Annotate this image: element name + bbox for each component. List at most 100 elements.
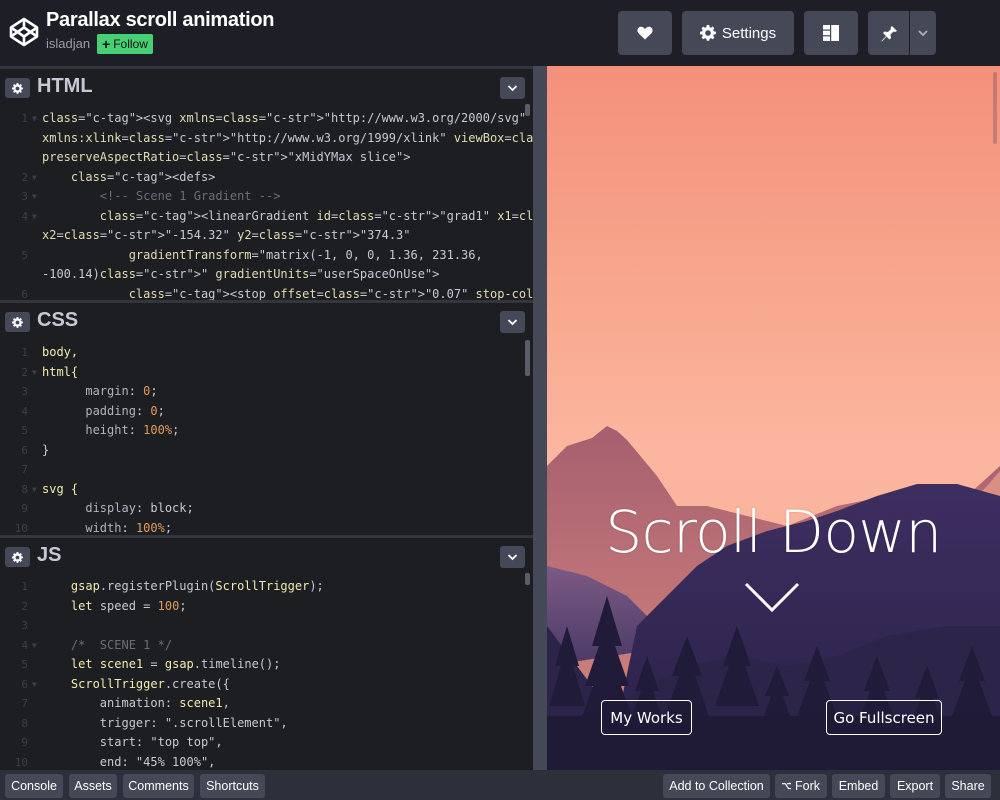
fold-arrow-icon[interactable]: ▼	[32, 168, 37, 188]
fold-arrow-icon[interactable]: ▼	[32, 363, 37, 383]
codepen-logo-icon[interactable]	[8, 16, 40, 48]
code-text: xmlns:xlink=class="c-str">"http://www.w3…	[42, 129, 533, 149]
fold-arrow-icon[interactable]: ▼	[32, 636, 37, 656]
code-line[interactable]: 5 gradientTransform="matrix(-1, 0, 0, 1.…	[0, 246, 533, 266]
fork-button[interactable]: Fork	[775, 774, 827, 798]
css-scrollbar[interactable]	[525, 340, 530, 376]
assets-button[interactable]: Assets	[69, 774, 117, 798]
my-works-button[interactable]: My Works	[601, 700, 692, 735]
line-number: 6	[0, 675, 28, 695]
js-editor: JS 1 gsap.registerPlugin(ScrollTrigger);…	[0, 535, 533, 770]
line-number: 10	[0, 753, 28, 771]
code-line[interactable]: 1body,	[0, 343, 533, 363]
code-line[interactable]: 4 padding: 0;	[0, 402, 533, 422]
code-line[interactable]: x2=class="c-str">"-154.32" y2=class="c-s…	[0, 226, 533, 246]
code-line[interactable]: 8▼svg {	[0, 480, 533, 500]
code-text: ScrollTrigger.create({	[42, 675, 230, 695]
code-line[interactable]: 4▼ class="c-tag"><linearGradient id=clas…	[0, 207, 533, 227]
code-line[interactable]: 2▼ class="c-tag"><defs>	[0, 168, 533, 188]
code-line[interactable]: 10 end: "45% 100%",	[0, 753, 533, 771]
pin-button[interactable]	[868, 11, 909, 55]
fold-arrow-icon[interactable]: ▼	[32, 187, 37, 207]
code-line[interactable]: 10 width: 100%;	[0, 519, 533, 536]
code-line[interactable]: 2▼html{	[0, 363, 533, 383]
line-number: 9	[0, 733, 28, 753]
code-line[interactable]: 4▼ /* SCENE 1 */	[0, 636, 533, 656]
preview-scrollbar[interactable]	[993, 72, 997, 144]
fold-arrow-icon[interactable]: ▼	[32, 480, 37, 500]
change-view-button[interactable]	[804, 11, 858, 55]
code-text: preserveAspectRatio=class="c-str">"xMidY…	[42, 148, 410, 168]
code-line[interactable]: 1 gsap.registerPlugin(ScrollTrigger);	[0, 577, 533, 597]
code-text: body,	[42, 343, 78, 363]
code-line[interactable]: 6}	[0, 441, 533, 461]
follow-button[interactable]: + Follow	[97, 34, 153, 54]
js-settings-button[interactable]	[5, 547, 30, 567]
line-number: 1	[0, 577, 28, 597]
embed-button[interactable]: Embed	[832, 774, 885, 798]
html-editor-title: HTML	[37, 75, 93, 98]
js-scrollbar[interactable]	[525, 573, 530, 585]
js-collapse-button[interactable]	[500, 546, 525, 568]
code-line[interactable]: 5 let scene1 = gsap.timeline();	[0, 655, 533, 675]
settings-label: Settings	[722, 25, 776, 42]
fold-arrow-icon[interactable]: ▼	[32, 207, 37, 227]
code-text: let speed = 100;	[42, 597, 187, 617]
code-text: start: "top top",	[42, 733, 223, 753]
plus-icon: +	[102, 36, 110, 52]
code-line[interactable]: 3▼ <!-- Scene 1 Gradient -->	[0, 187, 533, 207]
code-line[interactable]: 1▼class="c-tag"><svg xmlns=class="c-str"…	[0, 109, 533, 129]
code-line[interactable]: 7 animation: scene1,	[0, 694, 533, 714]
code-text: width: 100%;	[42, 519, 172, 536]
line-number: 3	[0, 382, 28, 402]
html-code-area[interactable]: 1▼class="c-tag"><svg xmlns=class="c-str"…	[0, 104, 533, 300]
css-code-area[interactable]: 1body,2▼html{3 margin: 0;4 padding: 0;5 …	[0, 338, 533, 535]
code-line[interactable]: -100.14)class="c-str">" gradientUnits="u…	[0, 265, 533, 285]
editor-preview-resizer[interactable]	[533, 66, 547, 770]
settings-button[interactable]: Settings	[682, 11, 794, 55]
code-line[interactable]: 3 margin: 0;	[0, 382, 533, 402]
fold-arrow-icon[interactable]: ▼	[32, 675, 37, 695]
code-line[interactable]: 7	[0, 460, 533, 480]
code-line[interactable]: 9 start: "top top",	[0, 733, 533, 753]
code-text: display: block;	[42, 499, 194, 519]
author-name[interactable]: isladjan	[46, 36, 90, 51]
export-button[interactable]: Export	[890, 774, 940, 798]
css-settings-button[interactable]	[5, 312, 30, 332]
code-line[interactable]: 2 let speed = 100;	[0, 597, 533, 617]
fold-arrow-icon[interactable]: ▼	[32, 109, 37, 129]
code-text: end: "45% 100%",	[42, 753, 215, 771]
comments-button[interactable]: Comments	[123, 774, 194, 798]
js-code-area[interactable]: 1 gsap.registerPlugin(ScrollTrigger);2 l…	[0, 573, 533, 770]
line-number: 2	[0, 168, 28, 188]
like-button[interactable]	[618, 11, 672, 55]
share-button[interactable]: Share	[945, 774, 991, 798]
go-fullscreen-button[interactable]: Go Fullscreen	[826, 700, 942, 735]
code-line[interactable]: xmlns:xlink=class="c-str">"http://www.w3…	[0, 129, 533, 149]
console-button[interactable]: Console	[5, 774, 63, 798]
code-line[interactable]: 5 height: 100%;	[0, 421, 533, 441]
html-settings-button[interactable]	[5, 78, 30, 98]
line-number: 8	[0, 480, 28, 500]
code-line[interactable]: preserveAspectRatio=class="c-str">"xMidY…	[0, 148, 533, 168]
html-scrollbar[interactable]	[525, 104, 530, 116]
gear-icon	[12, 83, 23, 94]
js-editor-title: JS	[37, 544, 61, 567]
code-text: svg {	[42, 480, 78, 500]
code-text: class="c-tag"><svg xmlns=class="c-str">"…	[42, 109, 526, 129]
pin-icon	[881, 24, 897, 42]
code-line[interactable]: 3	[0, 616, 533, 636]
code-line[interactable]: 6▼ ScrollTrigger.create({	[0, 675, 533, 695]
code-line[interactable]: 8 trigger: ".scrollElement",	[0, 714, 533, 734]
line-number: 4	[0, 207, 28, 227]
line-number: 7	[0, 460, 28, 480]
add-to-collection-button[interactable]: Add to Collection	[663, 774, 770, 798]
html-collapse-button[interactable]	[500, 77, 525, 99]
pin-dropdown-button[interactable]	[910, 11, 936, 55]
css-collapse-button[interactable]	[500, 311, 525, 333]
code-text: /* SCENE 1 */	[42, 636, 172, 656]
code-line[interactable]: 6 class="c-tag"><stop offset=class="c-st…	[0, 285, 533, 301]
line-number: 5	[0, 246, 28, 266]
shortcuts-button[interactable]: Shortcuts	[200, 774, 265, 798]
code-line[interactable]: 9 display: block;	[0, 499, 533, 519]
